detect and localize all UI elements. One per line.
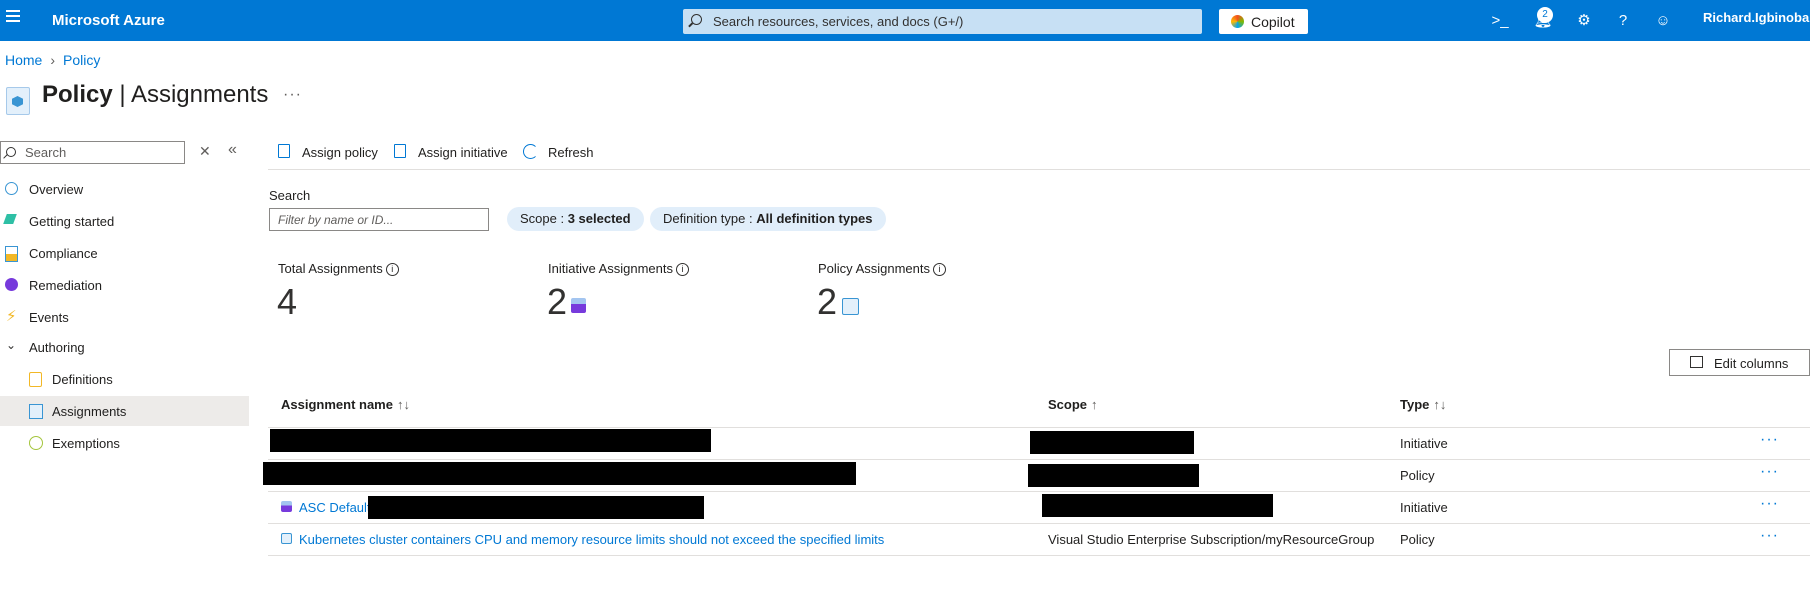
rocket-icon bbox=[3, 214, 17, 224]
initiative-assignments-value: 2 bbox=[547, 281, 568, 322]
sidebar-item-remediation[interactable]: Remediation bbox=[0, 270, 249, 300]
cloud-shell-icon[interactable]: >_ bbox=[1490, 11, 1510, 31]
clear-search-icon[interactable]: ✕ bbox=[199, 143, 211, 160]
copilot-label: Copilot bbox=[1251, 14, 1295, 30]
sidebar-search-input[interactable]: Search bbox=[0, 141, 185, 164]
policy-icon bbox=[281, 533, 292, 544]
initiative-icon bbox=[281, 501, 292, 512]
assignment-name-link[interactable]: ASC Default bbox=[299, 500, 371, 515]
redacted-scope bbox=[1030, 431, 1194, 454]
assign-initiative-icon bbox=[394, 144, 406, 158]
overview-icon bbox=[5, 182, 18, 195]
sidebar-item-compliance[interactable]: Compliance bbox=[0, 238, 249, 268]
sidebar-item-overview[interactable]: Overview bbox=[0, 174, 249, 204]
total-assignments-label: Total Assignments i bbox=[278, 261, 399, 277]
global-search-input[interactable]: Search resources, services, and docs (G+… bbox=[683, 9, 1202, 34]
header-divider bbox=[268, 427, 1810, 428]
chevron-right-icon: › bbox=[50, 52, 56, 68]
redacted-name bbox=[368, 496, 704, 519]
row-divider bbox=[268, 555, 1810, 556]
page-more-button[interactable]: ··· bbox=[283, 86, 302, 104]
initiative-icon bbox=[571, 298, 586, 313]
row-type: Policy bbox=[1400, 468, 1435, 483]
copilot-icon bbox=[1231, 15, 1244, 28]
policy-assignments-label: Policy Assignments i bbox=[818, 261, 946, 277]
sort-icon[interactable]: ↑↓ bbox=[1433, 397, 1446, 412]
info-icon[interactable]: i bbox=[933, 263, 946, 277]
row-scope: Visual Studio Enterprise Subscription/my… bbox=[1048, 532, 1375, 547]
row-divider bbox=[268, 523, 1810, 524]
compliance-icon bbox=[5, 246, 18, 262]
breadcrumb: Home › Policy bbox=[5, 52, 100, 68]
column-header-scope[interactable]: Scope ↑ bbox=[1048, 397, 1098, 412]
filter-input[interactable]: Filter by name or ID... bbox=[269, 208, 489, 231]
exemptions-icon bbox=[29, 436, 43, 450]
settings-gear-icon[interactable]: ⚙ bbox=[1574, 11, 1594, 31]
row-type: Initiative bbox=[1400, 436, 1448, 451]
search-label: Search bbox=[269, 188, 311, 203]
global-search-placeholder: Search resources, services, and docs (G+… bbox=[713, 14, 964, 29]
brand-name[interactable]: Microsoft Azure bbox=[52, 12, 165, 29]
definitions-icon bbox=[29, 372, 42, 387]
policy-icon bbox=[6, 87, 30, 115]
refresh-icon bbox=[523, 144, 538, 159]
scope-filter-pill[interactable]: Scope : 3 selected bbox=[507, 207, 644, 231]
sidebar-item-authoring[interactable]: ⌄ Authoring bbox=[0, 332, 249, 362]
edit-columns-icon bbox=[1690, 356, 1703, 368]
sidebar-item-exemptions[interactable]: Exemptions bbox=[0, 428, 249, 458]
column-header-assignment-name[interactable]: Assignment name ↑↓ bbox=[281, 397, 410, 412]
info-icon[interactable]: i bbox=[385, 263, 399, 277]
definition-type-filter-pill[interactable]: Definition type : All definition types bbox=[650, 207, 886, 231]
info-icon[interactable]: i bbox=[676, 263, 690, 277]
redacted-name bbox=[263, 462, 856, 485]
total-assignments-value: 4 bbox=[277, 281, 298, 322]
row-more-button[interactable]: ··· bbox=[1760, 463, 1779, 481]
lightning-icon: ⚡︎ bbox=[6, 308, 17, 325]
assignment-name-link[interactable]: Kubernetes cluster containers CPU and me… bbox=[299, 532, 884, 547]
breadcrumb-home[interactable]: Home bbox=[5, 52, 42, 68]
top-bar: Microsoft Azure Search resources, servic… bbox=[0, 0, 1810, 41]
chevron-down-icon: ⌄ bbox=[6, 338, 17, 352]
sort-icon[interactable]: ↑↓ bbox=[397, 397, 410, 412]
policy-assignments-value: 2 bbox=[817, 281, 838, 322]
copilot-button[interactable]: Copilot bbox=[1219, 9, 1308, 34]
feedback-icon[interactable]: ☺ bbox=[1653, 11, 1673, 31]
edit-columns-button[interactable]: Edit columns bbox=[1669, 349, 1810, 376]
initiative-assignments-label: Initiative Assignments i bbox=[548, 261, 690, 277]
user-account[interactable]: Richard.Igbinoba bbox=[1703, 10, 1809, 25]
toolbar-divider bbox=[268, 169, 1810, 170]
help-icon[interactable]: ? bbox=[1613, 11, 1633, 31]
sidebar-item-definitions[interactable]: Definitions bbox=[0, 364, 249, 394]
row-divider bbox=[268, 491, 1810, 492]
row-type: Initiative bbox=[1400, 500, 1448, 515]
row-divider bbox=[268, 459, 1810, 460]
sort-ascending-icon[interactable]: ↑ bbox=[1091, 397, 1098, 412]
sidebar-item-events[interactable]: ⚡︎ Events bbox=[0, 302, 249, 332]
redacted-scope bbox=[1042, 494, 1273, 517]
search-icon bbox=[6, 147, 16, 157]
column-header-type[interactable]: Type ↑↓ bbox=[1400, 397, 1446, 412]
sidebar-item-getting-started[interactable]: Getting started bbox=[0, 206, 249, 236]
notification-badge: 2 bbox=[1537, 7, 1553, 23]
remediation-icon bbox=[5, 278, 18, 291]
row-more-button[interactable]: ··· bbox=[1760, 431, 1779, 449]
row-more-button[interactable]: ··· bbox=[1760, 527, 1779, 545]
row-type: Policy bbox=[1400, 532, 1435, 547]
hamburger-menu-icon[interactable] bbox=[6, 10, 20, 24]
page-title: Policy | Assignments bbox=[42, 81, 269, 108]
assignments-icon bbox=[29, 404, 43, 419]
breadcrumb-policy[interactable]: Policy bbox=[63, 52, 100, 68]
redacted-name bbox=[270, 429, 711, 452]
assign-policy-icon bbox=[278, 144, 290, 158]
collapse-sidebar-icon[interactable]: « bbox=[228, 141, 237, 159]
redacted-scope bbox=[1028, 464, 1199, 487]
search-icon bbox=[691, 14, 702, 25]
sidebar-item-assignments[interactable]: Assignments bbox=[0, 396, 249, 426]
policy-icon bbox=[842, 298, 859, 315]
row-more-button[interactable]: ··· bbox=[1760, 495, 1779, 513]
